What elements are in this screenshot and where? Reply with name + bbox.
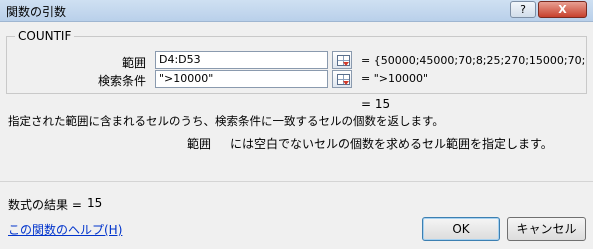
close-window-button[interactable]: X	[538, 1, 587, 18]
criteria-collapse-button[interactable]	[332, 70, 352, 88]
function-help-link[interactable]: この関数のヘルプ(H)	[8, 221, 122, 238]
function-result-preview: = 15	[361, 97, 391, 111]
collapse-arrow-icon	[343, 62, 349, 66]
ok-button[interactable]: OK	[422, 217, 500, 241]
collapse-arrow-icon	[343, 81, 349, 85]
function-name: COUNTIF	[15, 29, 75, 43]
formula-result-value: 15	[87, 196, 103, 210]
criteria-evaluated-value: = ">10000"	[361, 72, 429, 85]
title-bar: 関数の引数 ? X	[0, 0, 593, 22]
range-input[interactable]: D4:D53	[155, 51, 328, 69]
formula-result-label: 数式の結果 =	[8, 198, 82, 212]
cancel-button[interactable]: キャンセル	[507, 217, 586, 241]
arg-help-name: 範囲	[187, 137, 212, 151]
range-evaluated-value: = {50000;45000;70;8;25;270;15000;70;100.…	[361, 54, 585, 67]
criteria-input[interactable]: ">10000"	[155, 70, 328, 88]
separator	[0, 181, 593, 182]
arg-help-text: には空白でないセルの個数を求めるセル範囲を指定します。	[230, 137, 553, 151]
function-description: 指定された範囲に含まれるセルのうち、検索条件に一致するセルの個数を返します。	[8, 114, 444, 128]
help-window-button[interactable]: ?	[510, 1, 536, 18]
range-collapse-button[interactable]	[332, 51, 352, 69]
arg-label-range: 範囲	[121, 56, 146, 70]
window-title: 関数の引数	[6, 5, 67, 19]
arg-label-criteria: 検索条件	[97, 74, 146, 88]
